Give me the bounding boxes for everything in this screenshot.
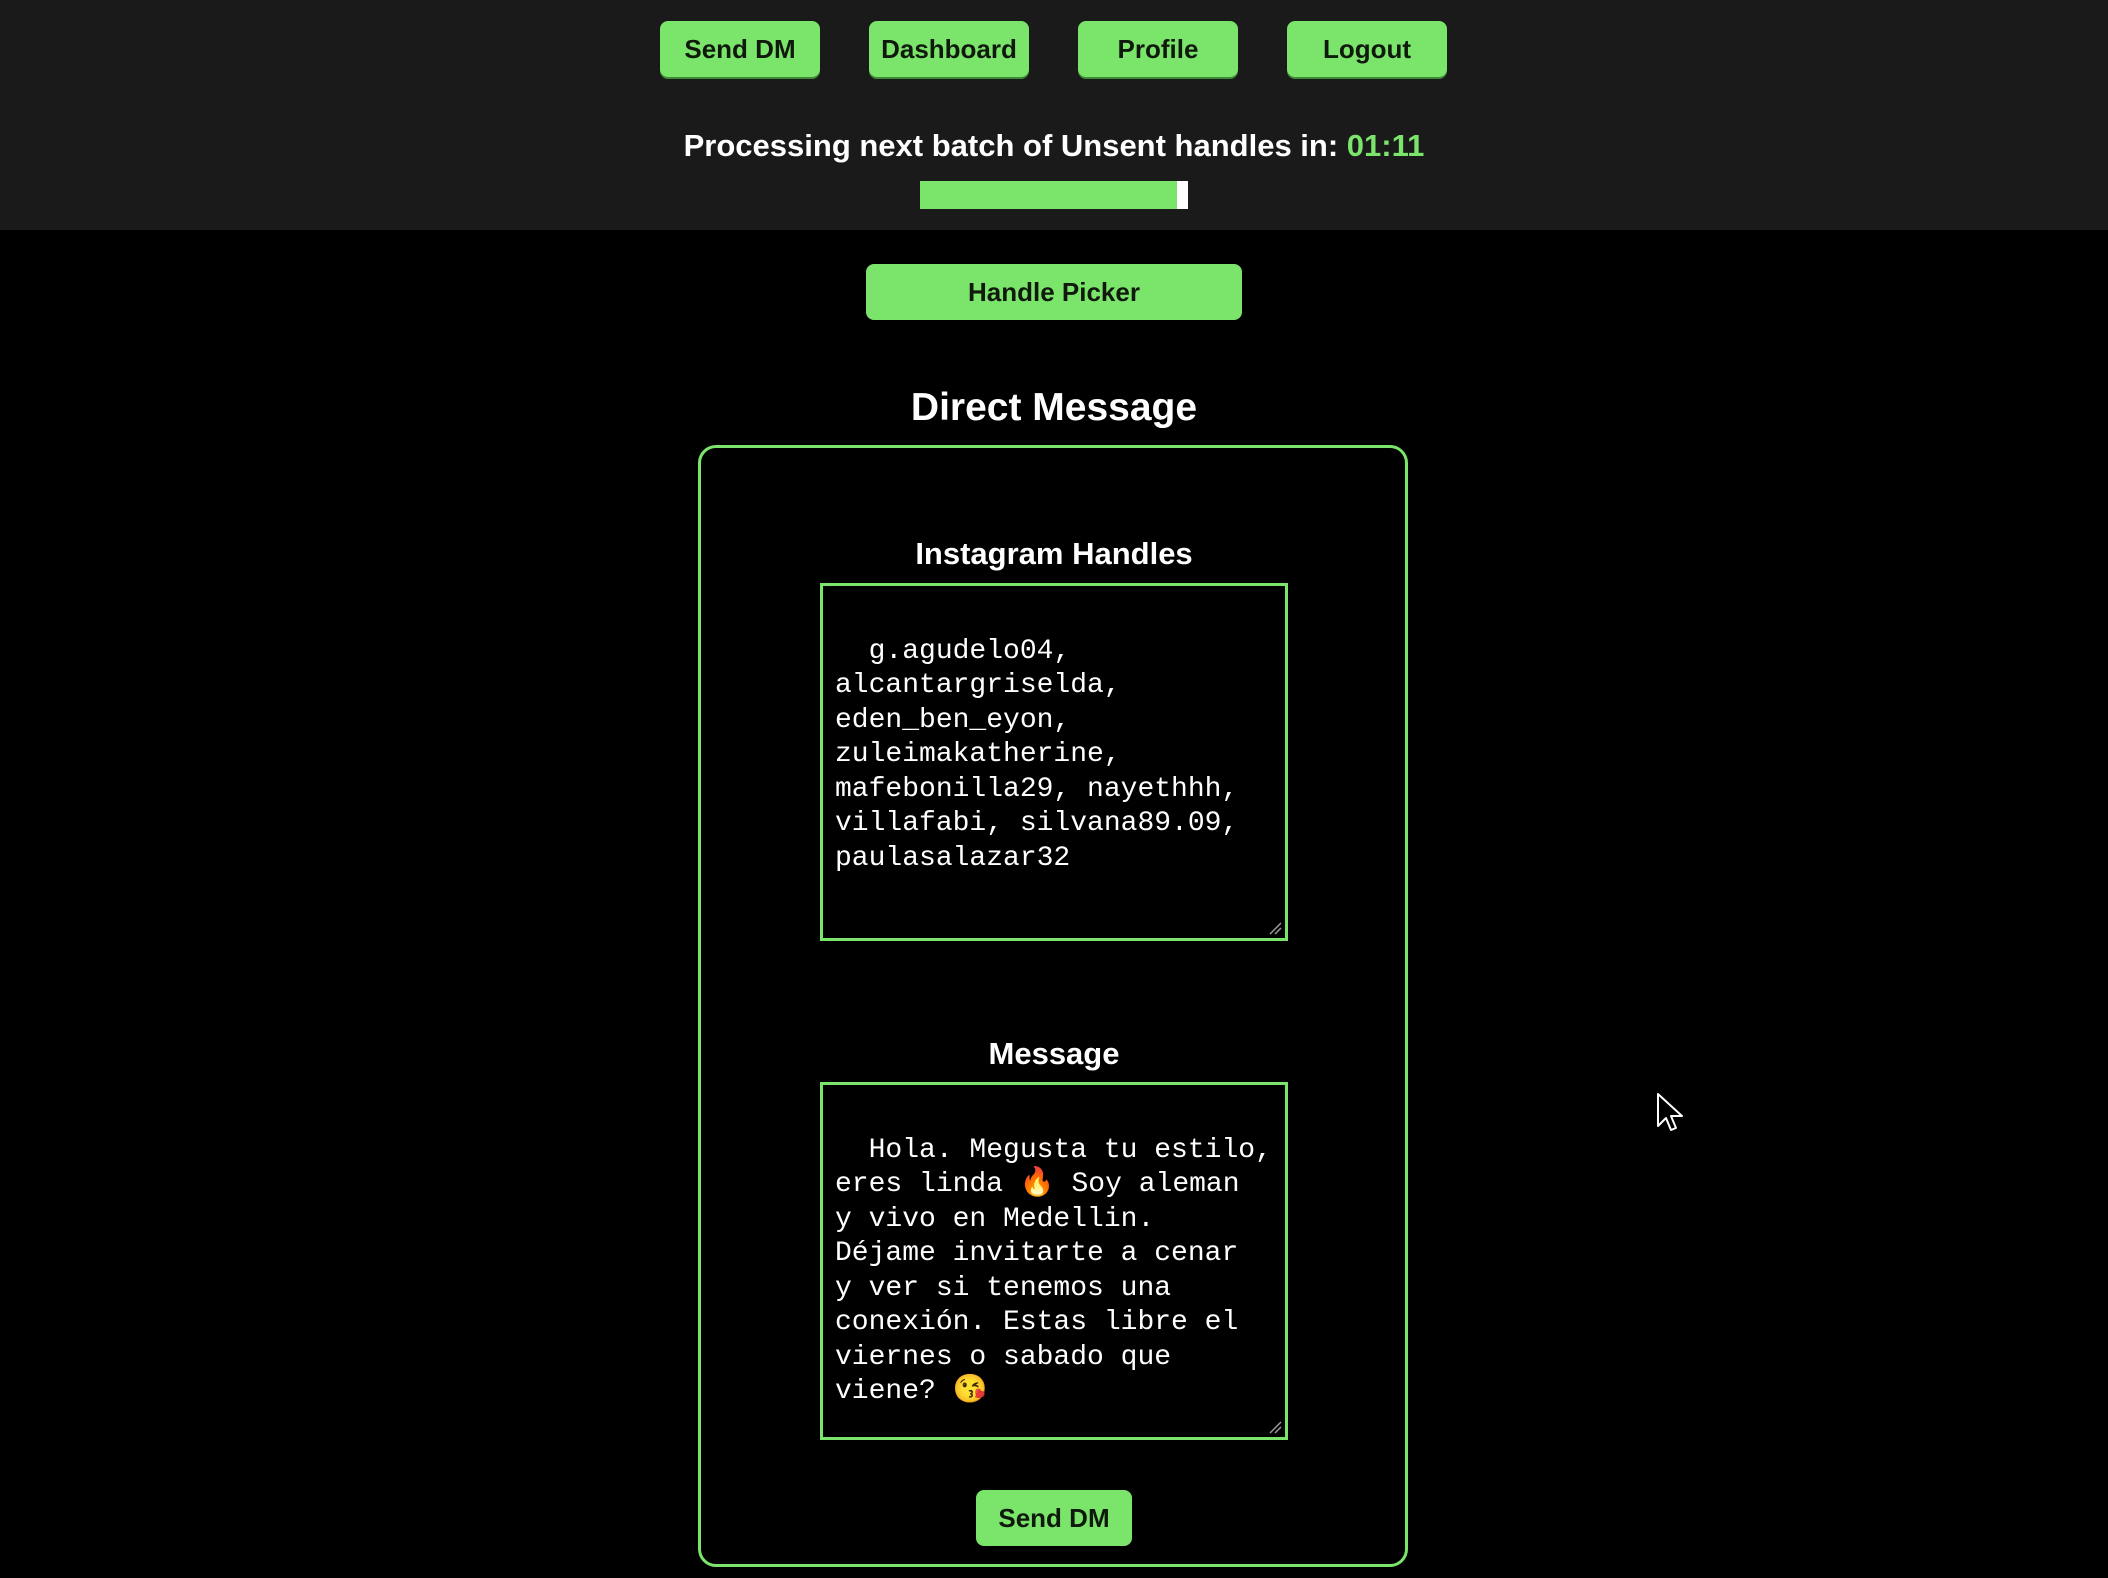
handle-picker-button[interactable]: Handle Picker: [866, 264, 1242, 320]
nav-dashboard-button[interactable]: Dashboard: [869, 21, 1029, 77]
message-label: Message: [988, 1036, 1120, 1071]
message-textarea[interactable]: Hola. Megusta tu estilo, eres linda 🔥 So…: [820, 1082, 1288, 1440]
handles-text: g.agudelo04, alcantargriselda, eden_ben_…: [835, 635, 1239, 874]
batch-progress-bar: [920, 181, 1188, 209]
handles-textarea[interactable]: g.agudelo04, alcantargriselda, eden_ben_…: [820, 583, 1288, 941]
batch-countdown: Processing next batch of Unsent handles …: [0, 128, 2108, 164]
send-dm-button[interactable]: Send DM: [976, 1490, 1132, 1546]
top-bar: Send DM Dashboard Profile Logout Process…: [0, 0, 2108, 230]
nav-logout-button[interactable]: Logout: [1287, 21, 1447, 77]
resize-grip-icon[interactable]: [1268, 921, 1282, 935]
handles-label: Instagram Handles: [915, 536, 1193, 571]
mouse-pointer-icon: [1657, 1093, 1683, 1131]
countdown-label: Processing next batch of Unsent handles …: [683, 128, 1347, 163]
nav-send-dm-button[interactable]: Send DM: [660, 21, 820, 77]
batch-progress-fill: [920, 181, 1178, 209]
resize-grip-icon[interactable]: [1268, 1420, 1282, 1434]
nav-profile-button[interactable]: Profile: [1078, 21, 1238, 77]
countdown-timer: 01:11: [1346, 128, 1425, 163]
nav-bar: Send DM Dashboard Profile Logout: [0, 21, 2108, 77]
page-title: Direct Message: [910, 386, 1198, 429]
message-text: Hola. Megusta tu estilo, eres linda 🔥 So…: [835, 1134, 1272, 1408]
